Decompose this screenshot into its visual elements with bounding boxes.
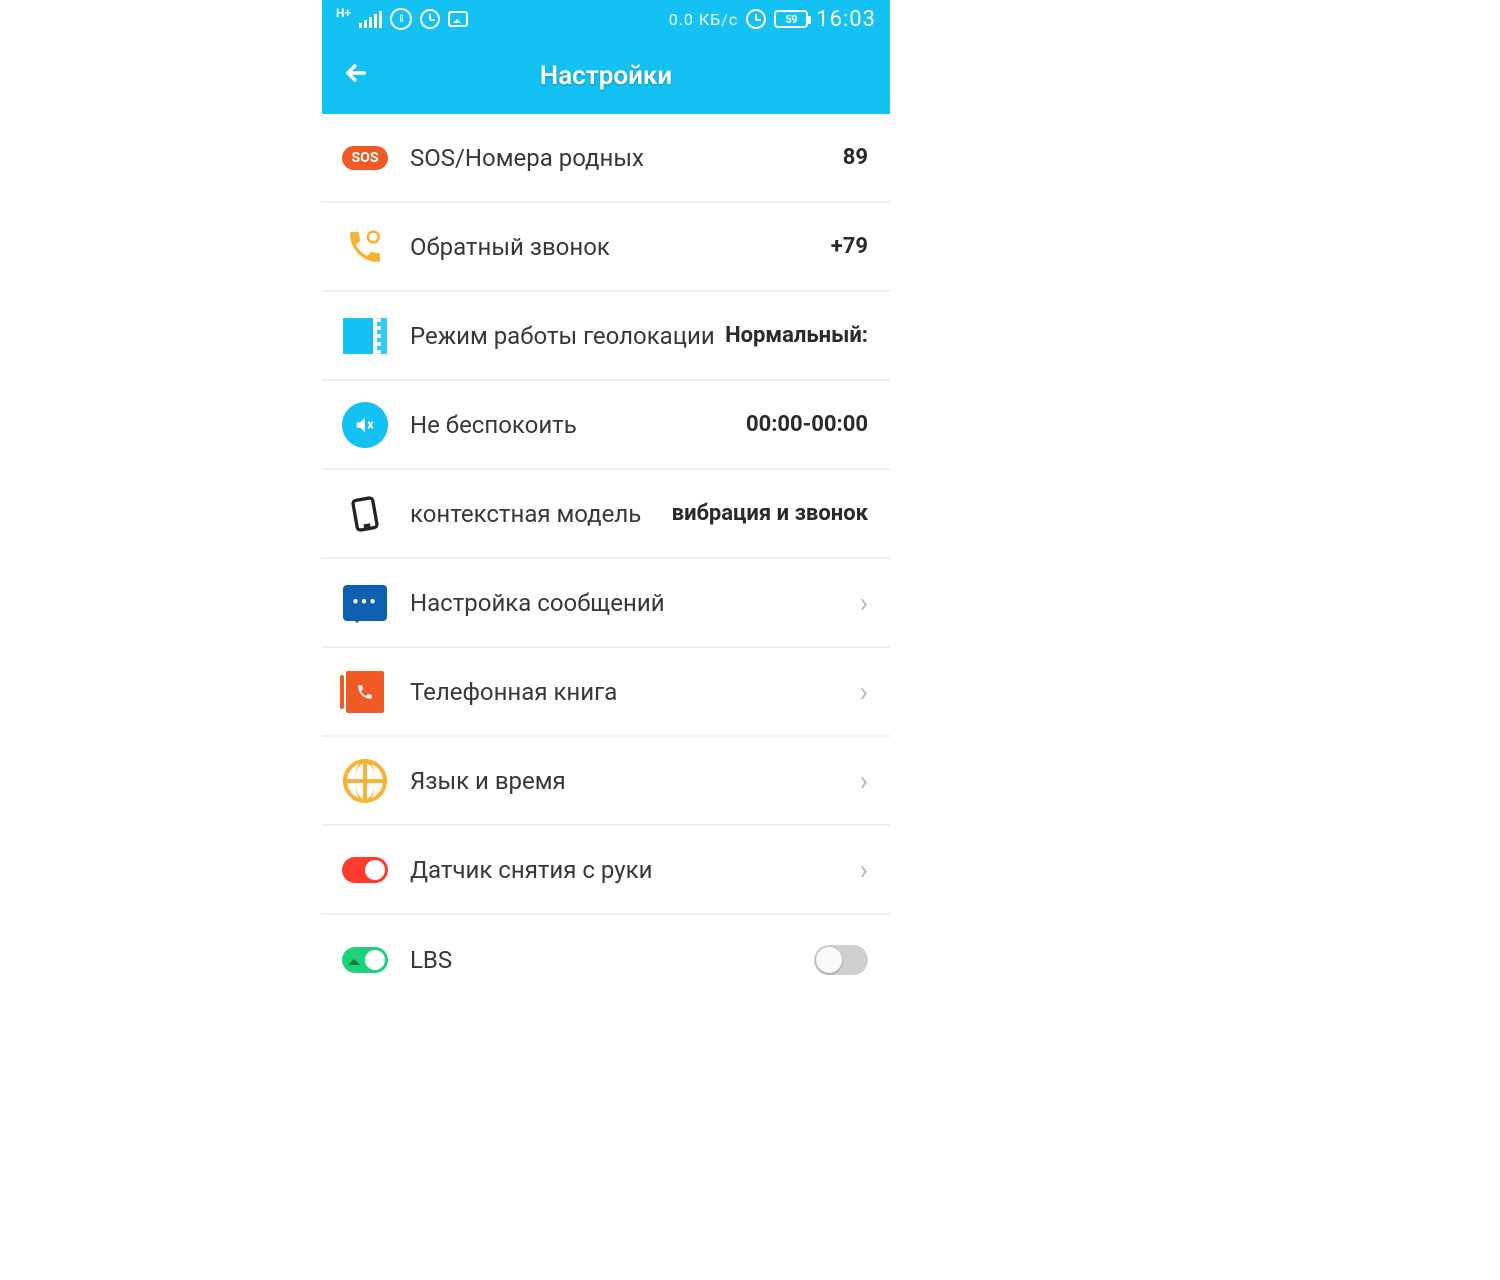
row-value: +79 — [831, 234, 868, 259]
toggle-green-icon — [342, 947, 388, 973]
row-callback[interactable]: Обратный звонок +79 — [322, 203, 890, 292]
row-message-settings[interactable]: ••• Настройка сообщений › — [322, 559, 890, 648]
row-label: контекстная модель — [410, 500, 672, 528]
phone-screen: H+ II 0.0 КБ/с 59 16:03 Настройки SOS SO… — [322, 0, 890, 1004]
row-label: Настройка сообщений — [410, 589, 852, 617]
lbs-toggle[interactable] — [814, 945, 868, 975]
chevron-right-icon: › — [860, 764, 868, 797]
alarm-icon — [420, 9, 440, 29]
phone-callback-icon — [342, 224, 388, 270]
row-value: вибрация и звонок — [672, 501, 868, 526]
chevron-right-icon: › — [860, 586, 868, 619]
phonebook-icon — [346, 671, 384, 713]
row-label: Не беспокоить — [410, 411, 746, 439]
status-bar: H+ II 0.0 КБ/с 59 16:03 — [322, 0, 890, 38]
globe-icon — [343, 759, 387, 803]
row-language-time[interactable]: Язык и время › — [322, 737, 890, 826]
row-phonebook[interactable]: Телефонная книга › — [322, 648, 890, 737]
status-left: H+ II — [336, 8, 468, 30]
page-title: Настройки — [322, 61, 890, 91]
network-type-icon: H+ — [336, 6, 351, 20]
row-label: Обратный звонок — [410, 233, 831, 261]
settings-list: SOS SOS/Номера родных 89 Обратный звонок… — [322, 114, 890, 1004]
row-label: Датчик снятия с руки — [410, 856, 852, 884]
row-context-profile[interactable]: контекстная модель вибрация и звонок — [322, 470, 890, 559]
chevron-right-icon: › — [860, 675, 868, 708]
sos-icon: SOS — [342, 146, 388, 170]
clock-time: 16:03 — [816, 7, 876, 32]
status-right: 0.0 КБ/с 59 16:03 — [669, 7, 876, 32]
pause-icon: II — [390, 8, 412, 30]
row-label: Режим работы геолокации — [410, 322, 725, 350]
row-value: 89 — [843, 145, 868, 170]
back-button[interactable] — [342, 59, 370, 93]
row-label: SOS/Номера родных — [410, 144, 843, 172]
row-value: Нормальный: — [725, 323, 868, 348]
signal-icon — [359, 10, 382, 28]
chevron-right-icon: › — [860, 853, 868, 886]
row-label: Телефонная книга — [410, 678, 852, 706]
app-header: Настройки — [322, 38, 890, 114]
toggle-red-icon — [342, 857, 388, 883]
row-sos[interactable]: SOS SOS/Номера родных 89 — [322, 114, 890, 203]
chat-icon: ••• — [343, 585, 387, 621]
row-takeoff-sensor[interactable]: Датчик снятия с руки › — [322, 826, 890, 915]
row-label: LBS — [410, 946, 814, 974]
row-geolocation-mode[interactable]: Режим работы геолокации Нормальный: — [322, 292, 890, 381]
row-label: Язык и время — [410, 767, 852, 795]
data-speed: 0.0 КБ/с — [669, 10, 739, 29]
row-do-not-disturb[interactable]: Не беспокоить 00:00-00:00 — [322, 381, 890, 470]
geolocation-icon — [343, 318, 387, 354]
row-lbs[interactable]: LBS — [322, 915, 890, 1004]
row-value: 00:00-00:00 — [746, 412, 868, 437]
clock-icon — [746, 9, 766, 29]
picture-icon — [448, 11, 468, 27]
battery-icon: 59 — [774, 10, 808, 28]
device-vibrate-icon — [338, 487, 391, 540]
mute-icon — [342, 402, 388, 448]
